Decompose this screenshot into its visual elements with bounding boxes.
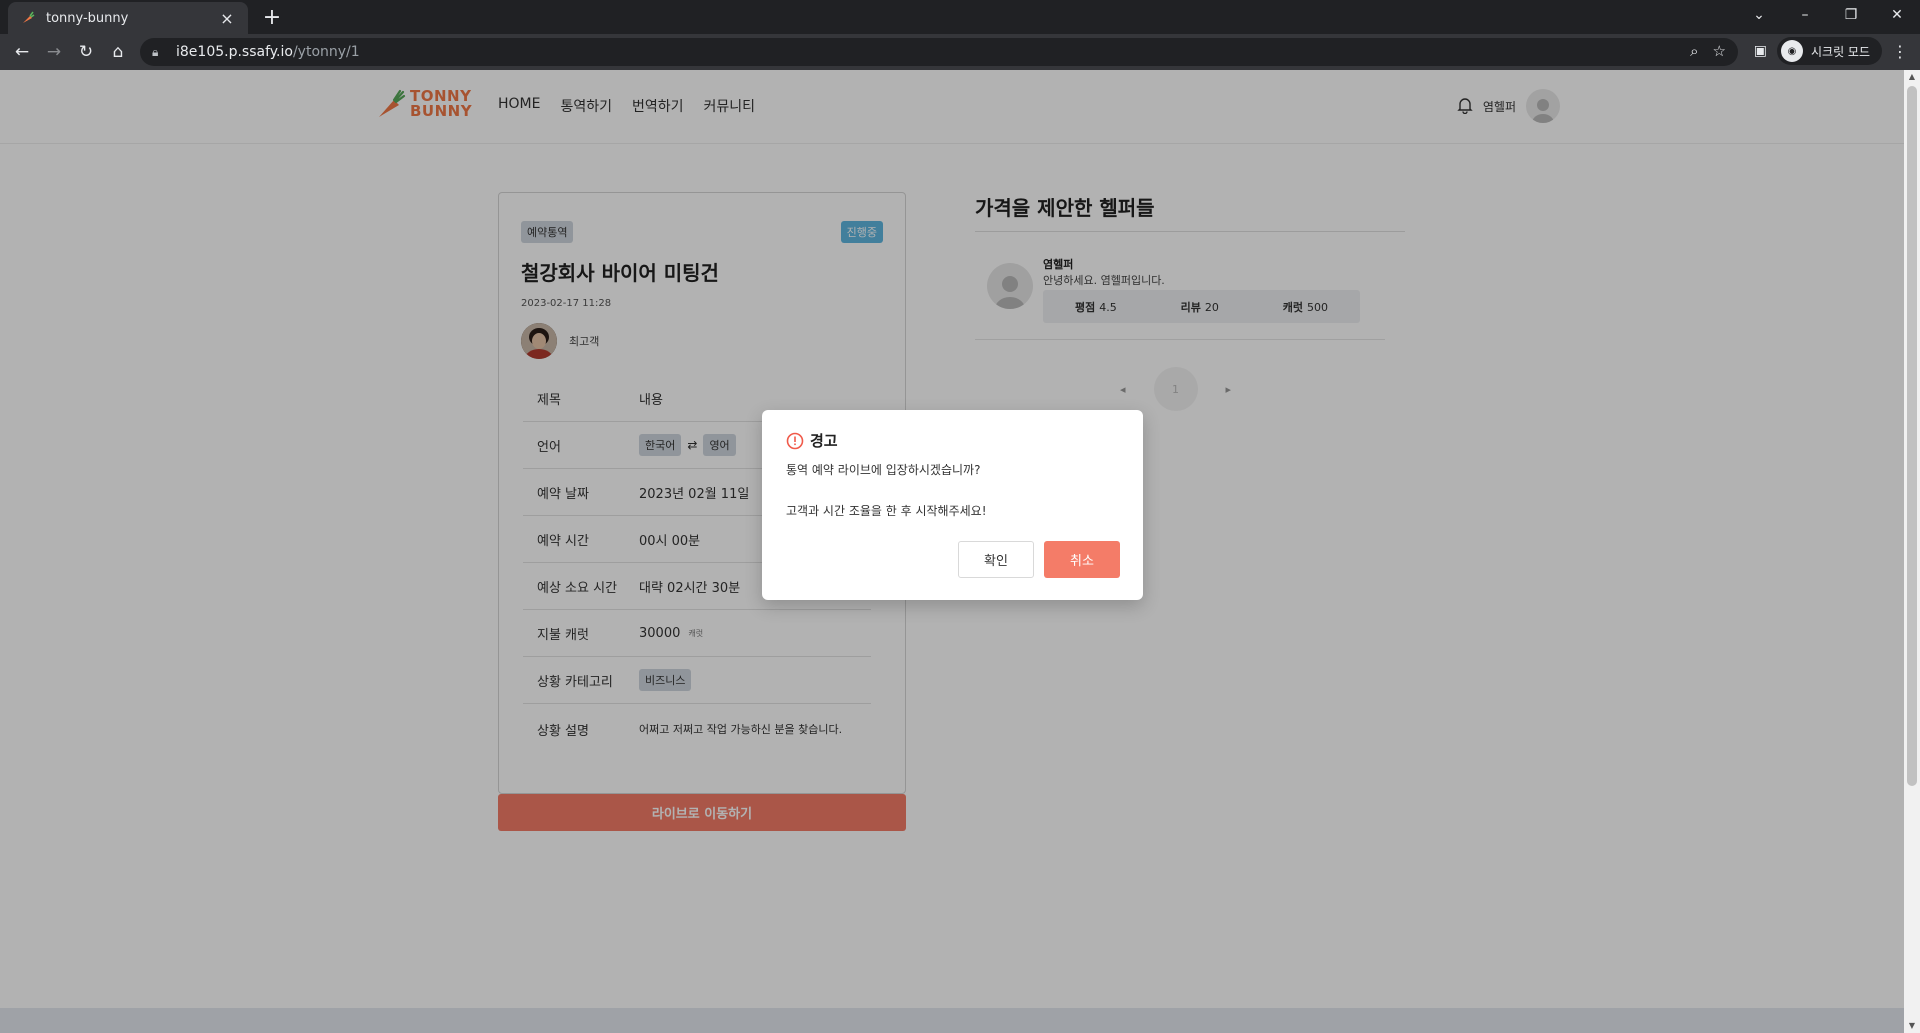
dialog-message-1: 통역 예약 라이브에 입장하시겠습니까? bbox=[786, 463, 981, 477]
zoom-icon[interactable]: ⌕ bbox=[1690, 42, 1698, 60]
incognito-label: 시크릿 모드 bbox=[1810, 44, 1870, 59]
restore-icon[interactable]: ❐ bbox=[1828, 0, 1874, 30]
url-host: i8e105.p.ssafy.io bbox=[176, 44, 293, 60]
tab-search-icon[interactable]: ⌄ bbox=[1736, 0, 1782, 30]
window-controls: ⌄ – ❐ ✕ bbox=[1736, 0, 1920, 34]
back-icon[interactable]: ← bbox=[6, 36, 38, 68]
side-panel-icon[interactable]: ▣ bbox=[1754, 43, 1767, 59]
dialog-message-2: 고객과 시간 조율을 한 후 시작해주세요! bbox=[786, 504, 987, 518]
lock-icon: 🔒︎ bbox=[152, 44, 159, 59]
page-scrollbar[interactable]: ▲ ▼ bbox=[1904, 70, 1920, 1033]
cancel-button[interactable]: 취소 bbox=[1044, 541, 1120, 578]
close-window-icon[interactable]: ✕ bbox=[1874, 0, 1920, 30]
warning-dialog: 경고 통역 예약 라이브에 입장하시겠습니까? 고객과 시간 조율을 한 후 시… bbox=[762, 410, 1143, 600]
dialog-title: 경고 bbox=[810, 432, 838, 450]
incognito-indicator[interactable]: ◉ 시크릿 모드 bbox=[1776, 37, 1882, 65]
scrollbar-thumb[interactable] bbox=[1907, 86, 1917, 786]
carrot-favicon-icon bbox=[20, 10, 36, 26]
close-tab-icon[interactable]: × bbox=[218, 9, 236, 28]
browser-toolbar: ← → ↻ ⌂ 🔒︎ i8e105.p.ssafy.io/ytonny/1 ⌕ … bbox=[0, 34, 1920, 70]
home-icon[interactable]: ⌂ bbox=[102, 36, 134, 68]
bookmark-star-icon[interactable]: ☆ bbox=[1713, 42, 1726, 60]
warning-icon bbox=[786, 432, 804, 449]
incognito-icon: ◉ bbox=[1780, 40, 1803, 62]
reload-icon[interactable]: ↻ bbox=[70, 36, 102, 68]
browser-tab[interactable]: tonny-bunny × bbox=[8, 2, 248, 34]
forward-icon[interactable]: → bbox=[38, 36, 70, 68]
browser-tab-strip: tonny-bunny × + ⌄ – ❐ ✕ bbox=[0, 0, 1920, 34]
browser-menu-icon[interactable]: ⋮ bbox=[1892, 42, 1908, 61]
scroll-down-icon[interactable]: ▼ bbox=[1904, 1019, 1920, 1033]
confirm-button[interactable]: 확인 bbox=[958, 541, 1034, 578]
browser-tab-title: tonny-bunny bbox=[46, 10, 129, 26]
minimize-icon[interactable]: – bbox=[1782, 0, 1828, 30]
new-tab-button[interactable]: + bbox=[258, 4, 286, 32]
address-bar[interactable]: 🔒︎ i8e105.p.ssafy.io/ytonny/1 ⌕ ☆ bbox=[140, 38, 1738, 66]
scroll-up-icon[interactable]: ▲ bbox=[1904, 70, 1920, 84]
url-path: /ytonny/1 bbox=[292, 44, 360, 60]
